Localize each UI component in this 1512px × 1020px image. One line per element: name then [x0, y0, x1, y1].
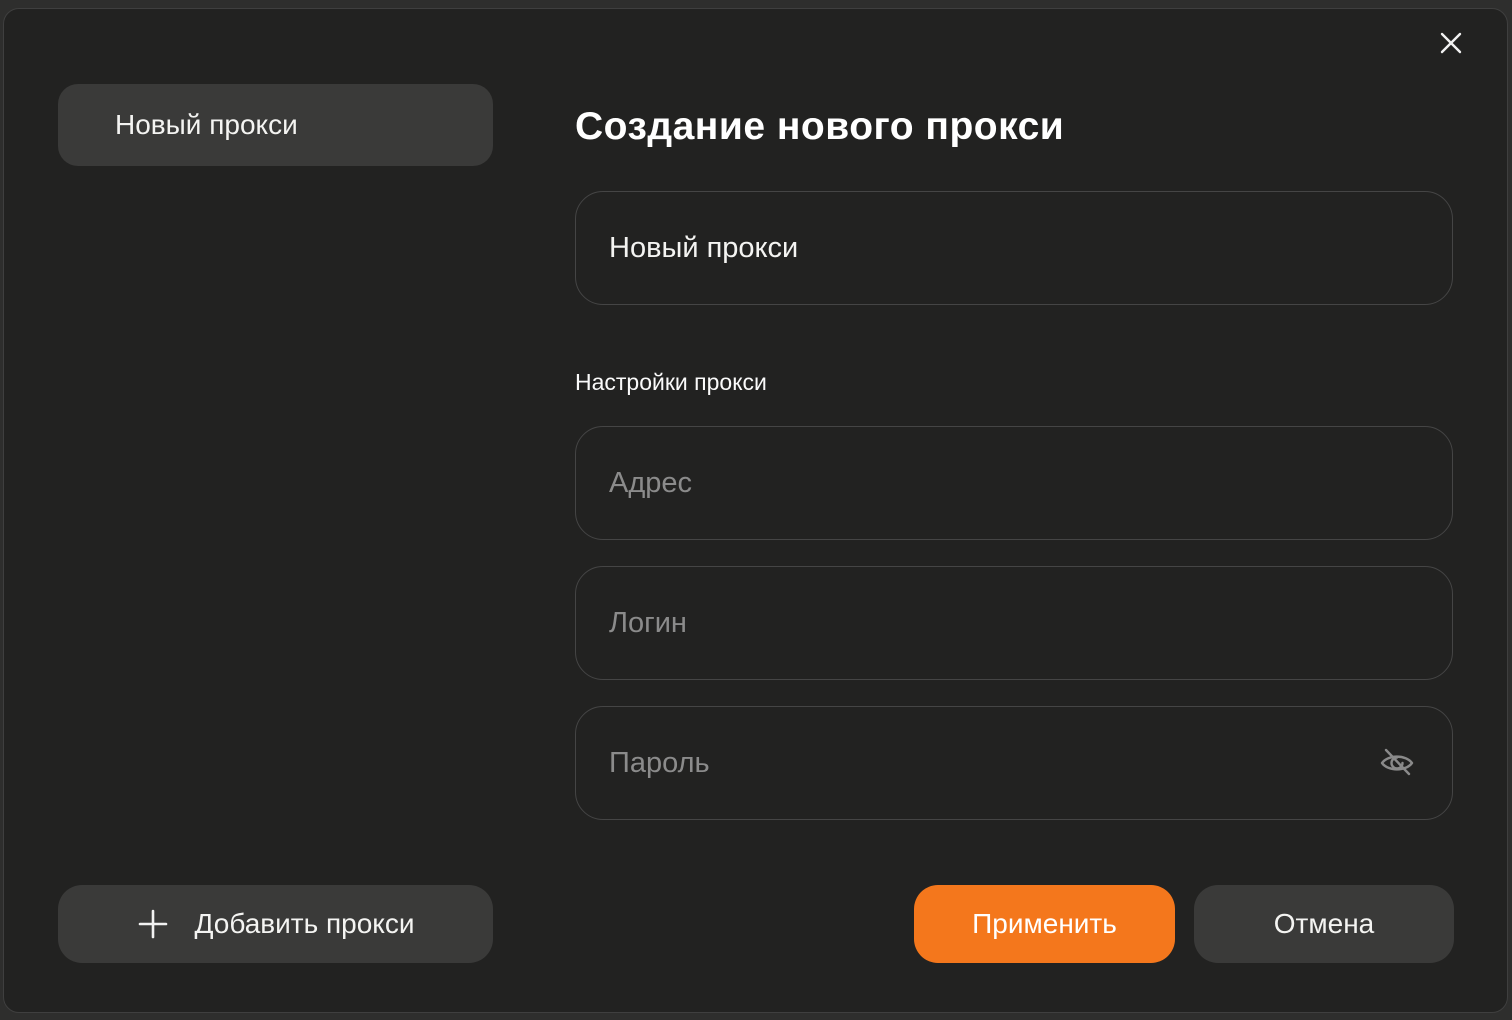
- eye-off-icon: [1375, 740, 1419, 787]
- add-proxy-button[interactable]: Добавить прокси: [58, 885, 493, 963]
- close-icon: [1435, 27, 1467, 59]
- proxy-name-input[interactable]: [575, 191, 1453, 305]
- cancel-button[interactable]: Отмена: [1194, 885, 1454, 963]
- password-input[interactable]: [575, 706, 1453, 820]
- create-proxy-dialog: Новый прокси Создание нового прокси Наст…: [3, 8, 1508, 1013]
- toggle-password-visibility-button[interactable]: [1371, 737, 1423, 789]
- proxy-settings-label: Настройки прокси: [575, 369, 767, 395]
- sidebar-item-new-proxy[interactable]: Новый прокси: [58, 84, 493, 166]
- sidebar-item-label: Новый прокси: [115, 109, 298, 140]
- apply-button[interactable]: Применить: [914, 885, 1175, 963]
- backdrop: { "dialog": { "title": "Создание нового …: [0, 0, 1512, 1020]
- address-input[interactable]: [575, 426, 1453, 540]
- close-button[interactable]: [1431, 23, 1471, 63]
- login-input[interactable]: [575, 566, 1453, 680]
- add-proxy-label: Добавить прокси: [194, 908, 415, 939]
- page-title: Создание нового прокси: [575, 105, 1065, 148]
- password-field-group: [575, 706, 1453, 820]
- plus-icon: [136, 907, 170, 941]
